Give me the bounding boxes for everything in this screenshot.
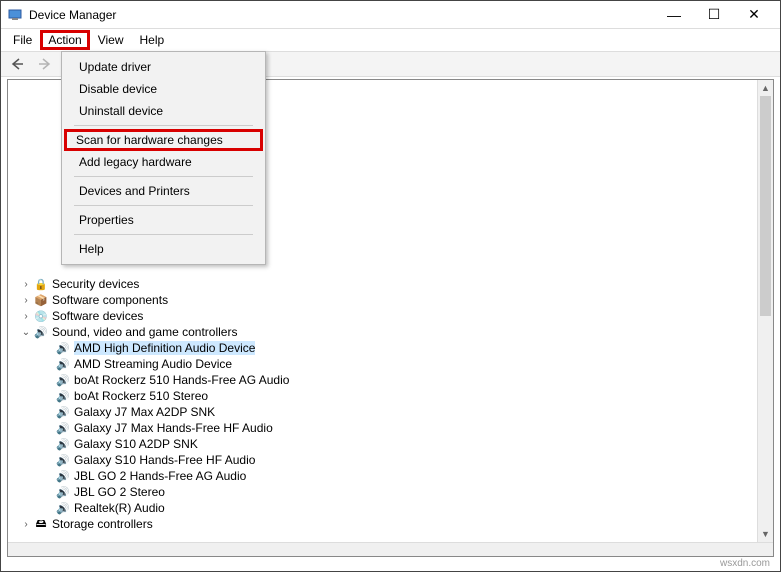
app-icon [7,7,23,23]
node-label: Galaxy J7 Max Hands-Free HF Audio [74,421,273,435]
menu-action[interactable]: Action [40,30,89,50]
tree-node-j7-hf[interactable]: 🔊 Galaxy J7 Max Hands-Free HF Audio [10,420,771,436]
node-label: JBL GO 2 Hands-Free AG Audio [74,469,246,483]
scrollbar-thumb[interactable] [760,96,771,316]
tree-node-security-devices[interactable]: › 🔒 Security devices [10,276,771,292]
tree-node-boat-ag[interactable]: 🔊 boAt Rockerz 510 Hands-Free AG Audio [10,372,771,388]
menu-separator [74,176,253,177]
node-label: Galaxy S10 Hands-Free HF Audio [74,453,255,467]
node-label: boAt Rockerz 510 Stereo [74,389,208,403]
menu-scan-hardware[interactable]: Scan for hardware changes [64,129,263,151]
node-label: AMD Streaming Audio Device [74,357,232,371]
chevron-right-icon[interactable]: › [20,311,32,322]
node-label: Galaxy S10 A2DP SNK [74,437,198,451]
node-label: Realtek(R) Audio [74,501,165,515]
node-label: Software components [52,293,168,307]
chevron-right-icon[interactable]: › [20,295,32,306]
speaker-icon: 🔊 [55,436,71,452]
horizontal-scrollbar[interactable] [8,542,773,556]
watermark: wsxdn.com [720,558,770,569]
window-title: Device Manager [29,8,654,22]
menu-help-item[interactable]: Help [64,238,263,260]
action-dropdown: Update driver Disable device Uninstall d… [61,51,266,265]
menu-properties[interactable]: Properties [64,209,263,231]
component-icon: 📦 [33,292,49,308]
menu-separator [74,234,253,235]
menu-file[interactable]: File [5,31,40,49]
tree-node-software-components[interactable]: › 📦 Software components [10,292,771,308]
menu-separator [74,125,253,126]
menu-uninstall-device[interactable]: Uninstall device [64,100,263,122]
menu-bar: File Action View Help [1,29,780,51]
menu-devices-printers[interactable]: Devices and Printers [64,180,263,202]
node-label: Galaxy J7 Max A2DP SNK [74,405,215,419]
speaker-icon: 🔊 [55,468,71,484]
sound-icon: 🔊 [33,324,49,340]
security-icon: 🔒 [33,276,49,292]
node-label: Storage controllers [52,517,153,531]
close-button[interactable]: ✕ [734,3,774,27]
title-bar: Device Manager — ☐ ✕ [1,1,780,29]
chevron-right-icon[interactable]: › [20,279,32,290]
speaker-icon: 🔊 [55,452,71,468]
node-label: Sound, video and game controllers [52,325,237,339]
node-label: boAt Rockerz 510 Hands-Free AG Audio [74,373,289,387]
menu-view[interactable]: View [90,31,132,49]
window-controls: — ☐ ✕ [654,3,774,27]
speaker-icon: 🔊 [55,372,71,388]
scroll-up-icon[interactable]: ▲ [758,80,773,96]
maximize-button[interactable]: ☐ [694,3,734,27]
tree-node-boat-stereo[interactable]: 🔊 boAt Rockerz 510 Stereo [10,388,771,404]
speaker-icon: 🔊 [55,388,71,404]
software-icon: 💿 [33,308,49,324]
tree-node-amd-streaming[interactable]: 🔊 AMD Streaming Audio Device [10,356,771,372]
node-label: AMD High Definition Audio Device [74,341,255,355]
vertical-scrollbar[interactable]: ▲ ▼ [757,80,773,542]
menu-separator [74,205,253,206]
speaker-icon: 🔊 [55,340,71,356]
node-label: Software devices [52,309,143,323]
tree-node-s10-a2dp[interactable]: 🔊 Galaxy S10 A2DP SNK [10,436,771,452]
speaker-icon: 🔊 [55,420,71,436]
storage-icon: 🖴 [33,516,49,532]
forward-button[interactable] [33,53,57,75]
minimize-button[interactable]: — [654,3,694,27]
menu-disable-device[interactable]: Disable device [64,78,263,100]
tree-node-jbl-ag[interactable]: 🔊 JBL GO 2 Hands-Free AG Audio [10,468,771,484]
node-label: Security devices [52,277,139,291]
tree-node-jbl-stereo[interactable]: 🔊 JBL GO 2 Stereo [10,484,771,500]
back-button[interactable] [5,53,29,75]
chevron-right-icon[interactable]: › [20,519,32,530]
tree-node-j7-a2dp[interactable]: 🔊 Galaxy J7 Max A2DP SNK [10,404,771,420]
menu-update-driver[interactable]: Update driver [64,56,263,78]
tree-node-software-devices[interactable]: › 💿 Software devices [10,308,771,324]
menu-add-legacy[interactable]: Add legacy hardware [64,151,263,173]
speaker-icon: 🔊 [55,356,71,372]
tree-node-realtek[interactable]: 🔊 Realtek(R) Audio [10,500,771,516]
speaker-icon: 🔊 [55,500,71,516]
chevron-down-icon[interactable]: ⌄ [20,327,32,338]
scroll-down-icon[interactable]: ▼ [758,526,773,542]
menu-help[interactable]: Help [132,31,173,49]
speaker-icon: 🔊 [55,404,71,420]
speaker-icon: 🔊 [55,484,71,500]
tree-node-storage-controllers[interactable]: › 🖴 Storage controllers [10,516,771,532]
tree-node-sound-controllers[interactable]: ⌄ 🔊 Sound, video and game controllers [10,324,771,340]
node-label: JBL GO 2 Stereo [74,485,165,499]
tree-node-amd-hd-audio[interactable]: 🔊 AMD High Definition Audio Device [10,340,771,356]
tree-node-s10-hf[interactable]: 🔊 Galaxy S10 Hands-Free HF Audio [10,452,771,468]
